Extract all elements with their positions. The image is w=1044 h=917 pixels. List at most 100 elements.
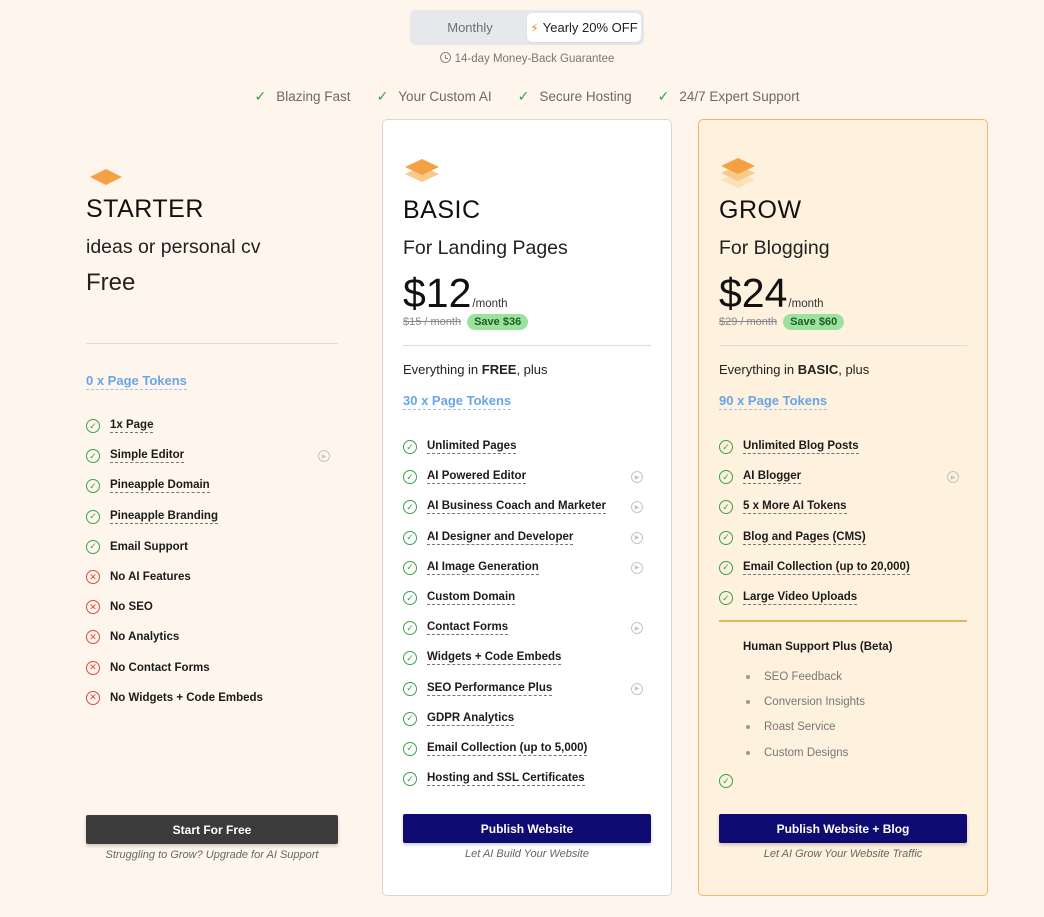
yearly-option[interactable]: ⚡ Yearly 20% OFF	[527, 13, 641, 42]
price-amount: $24	[719, 270, 788, 316]
play-video-icon[interactable]: ▶	[631, 682, 643, 695]
highlights-row: ✓ Blazing Fast ✓ Your Custom AI ✓ Secure Ho…	[0, 88, 1044, 105]
feature-label[interactable]: SEO Performance Plus	[427, 682, 553, 696]
feature-label[interactable]: Simple Editor	[110, 449, 185, 464]
old-price: $15 / month	[403, 316, 462, 328]
feature-label[interactable]: Custom Domain	[427, 591, 516, 606]
button-label: Publish Website + Blog	[776, 821, 910, 836]
everything-post: , plus	[838, 362, 870, 377]
feature-label[interactable]: Large Video Uploads	[743, 591, 858, 606]
feature-item: ✓ Simple Editor ▶	[86, 441, 338, 471]
feature-label[interactable]: Email Collection (up to 20,000)	[743, 561, 910, 575]
start-for-free-button[interactable]: Start For Free	[86, 815, 338, 844]
plan-note: Let AI Grow Your Website Traffic	[763, 848, 923, 860]
feature-label[interactable]: AI Blogger	[743, 470, 802, 485]
feature-list: ✓ Unlimited Pages ✓ AI Powered Editor ▶ ✓ AI B…	[403, 432, 651, 794]
publish-website-button[interactable]: Publish Website	[403, 814, 651, 843]
play-video-icon[interactable]: ▶	[631, 531, 643, 544]
feature-label[interactable]: Pineapple Domain	[110, 479, 210, 494]
plan-subtitle: ideas or personal cv	[86, 236, 261, 258]
x-circle-icon: ✕	[86, 570, 100, 585]
layer-stack-icon	[721, 158, 755, 188]
play-video-icon[interactable]: ▶	[947, 471, 959, 484]
yearly-label: Yearly 20% OFF	[542, 20, 638, 35]
price-period: /month	[472, 298, 508, 310]
check-circle-icon: ✓	[86, 479, 100, 494]
feature-label[interactable]: Pineapple Branding	[110, 510, 218, 524]
check-circle-icon: ✓	[403, 440, 417, 455]
check-circle-icon: ✓	[403, 560, 417, 575]
plan-price: $24/month	[719, 270, 824, 317]
play-video-icon[interactable]: ▶	[631, 471, 643, 484]
highlight-label: Secure Hosting	[539, 89, 632, 104]
feature-label[interactable]: Email Collection (up to 5,000)	[427, 742, 588, 756]
feature-item: ✓ Blog and Pages (CMS)	[719, 523, 967, 553]
monthly-option[interactable]: Monthly	[413, 13, 527, 42]
human-support-item: SEO Feedback	[743, 664, 865, 689]
feature-label: No Analytics	[110, 631, 180, 644]
plan-name: GROW	[719, 196, 802, 224]
feature-label[interactable]: Widgets + Code Embeds	[427, 651, 562, 666]
feature-label[interactable]: Unlimited Blog Posts	[743, 440, 859, 455]
feature-label: No SEO	[110, 601, 153, 614]
feature-item: ✓ Hosting and SSL Certificates	[403, 764, 651, 794]
everything-bold: FREE	[481, 362, 517, 377]
plan-price: $12/month	[403, 270, 508, 317]
human-support-item: Conversion Insights	[743, 689, 865, 714]
highlight-item: ✓ Your Custom AI	[377, 88, 492, 105]
feature-item: ✕ No Contact Forms	[86, 653, 338, 683]
plan-name: STARTER	[86, 195, 204, 223]
divider	[719, 345, 967, 346]
feature-label[interactable]: 5 x More AI Tokens	[743, 500, 847, 515]
feature-label[interactable]: AI Image Generation	[427, 561, 539, 575]
check-circle-icon: ✓	[719, 500, 733, 515]
plan-name: BASIC	[403, 196, 481, 224]
feature-item: ✓ AI Blogger ▶	[719, 462, 967, 492]
price-amount: $12	[403, 270, 472, 316]
publish-website-blog-button[interactable]: Publish Website + Blog	[719, 814, 967, 843]
check-circle-icon: ✓	[719, 530, 733, 545]
play-video-icon[interactable]: ▶	[631, 561, 643, 574]
feature-label[interactable]: 1x Page	[110, 419, 154, 434]
feature-label[interactable]: AI Business Coach and Marketer	[427, 500, 606, 515]
feature-label[interactable]: Contact Forms	[427, 621, 509, 636]
check-icon: ✓	[517, 88, 530, 104]
everything-in-text: Everything in BASIC, plus	[719, 362, 869, 377]
feature-label[interactable]: Unlimited Pages	[427, 440, 517, 455]
feature-item: ✓ AI Business Coach and Marketer ▶	[403, 492, 651, 522]
old-price: $29 / month	[719, 316, 778, 328]
feature-list: ✓ 1x Page ✓ Simple Editor ▶ ✓ Pineapple Domain…	[86, 411, 338, 713]
feature-label[interactable]: GDPR Analytics	[427, 712, 515, 726]
price-period: /month	[788, 298, 824, 310]
button-label: Publish Website	[480, 821, 574, 836]
check-circle-icon: ✓	[86, 509, 100, 524]
feature-label[interactable]: AI Designer and Developer	[427, 531, 574, 545]
highlight-item: ✓ Blazing Fast	[255, 88, 351, 105]
button-label: Start For Free	[172, 822, 252, 837]
x-circle-icon: ✕	[86, 600, 100, 615]
play-video-icon[interactable]: ▶	[631, 622, 643, 635]
check-circle-icon: ✓	[719, 591, 733, 606]
page-tokens-link[interactable]: 30 x Page Tokens	[403, 393, 512, 410]
feature-item: ✕ No AI Features	[86, 562, 338, 592]
plan-note: Struggling to Grow? Upgrade for AI Suppo…	[105, 849, 319, 861]
feature-item: ✓ SEO Performance Plus ▶	[403, 674, 651, 704]
billing-toggle: Monthly ⚡ Yearly 20% OFF	[410, 10, 644, 45]
play-video-icon[interactable]: ▶	[318, 450, 330, 463]
feature-item: ✓ Widgets + Code Embeds	[403, 643, 651, 673]
play-video-icon[interactable]: ▶	[631, 501, 643, 514]
plan-subtitle: For Landing Pages	[403, 237, 568, 259]
everything-pre: Everything in	[719, 362, 798, 377]
feature-item: ✓ Contact Forms ▶	[403, 613, 651, 643]
feature-label[interactable]: AI Powered Editor	[427, 470, 527, 485]
feature-label[interactable]: Hosting and SSL Certificates	[427, 772, 585, 787]
plan-card-starter: STARTER ideas or personal cv Free 0 x Pa…	[86, 119, 338, 899]
feature-item: ✓ AI Designer and Developer ▶	[403, 523, 651, 553]
feature-label: No AI Features	[110, 571, 191, 584]
check-icon: ✓	[376, 88, 389, 104]
page-tokens-link[interactable]: 90 x Page Tokens	[719, 393, 828, 410]
feature-label[interactable]: Blog and Pages (CMS)	[743, 531, 866, 545]
page-tokens-link[interactable]: 0 x Page Tokens	[86, 373, 187, 390]
highlight-label: Blazing Fast	[276, 89, 351, 104]
feature-label: No Contact Forms	[110, 661, 210, 674]
